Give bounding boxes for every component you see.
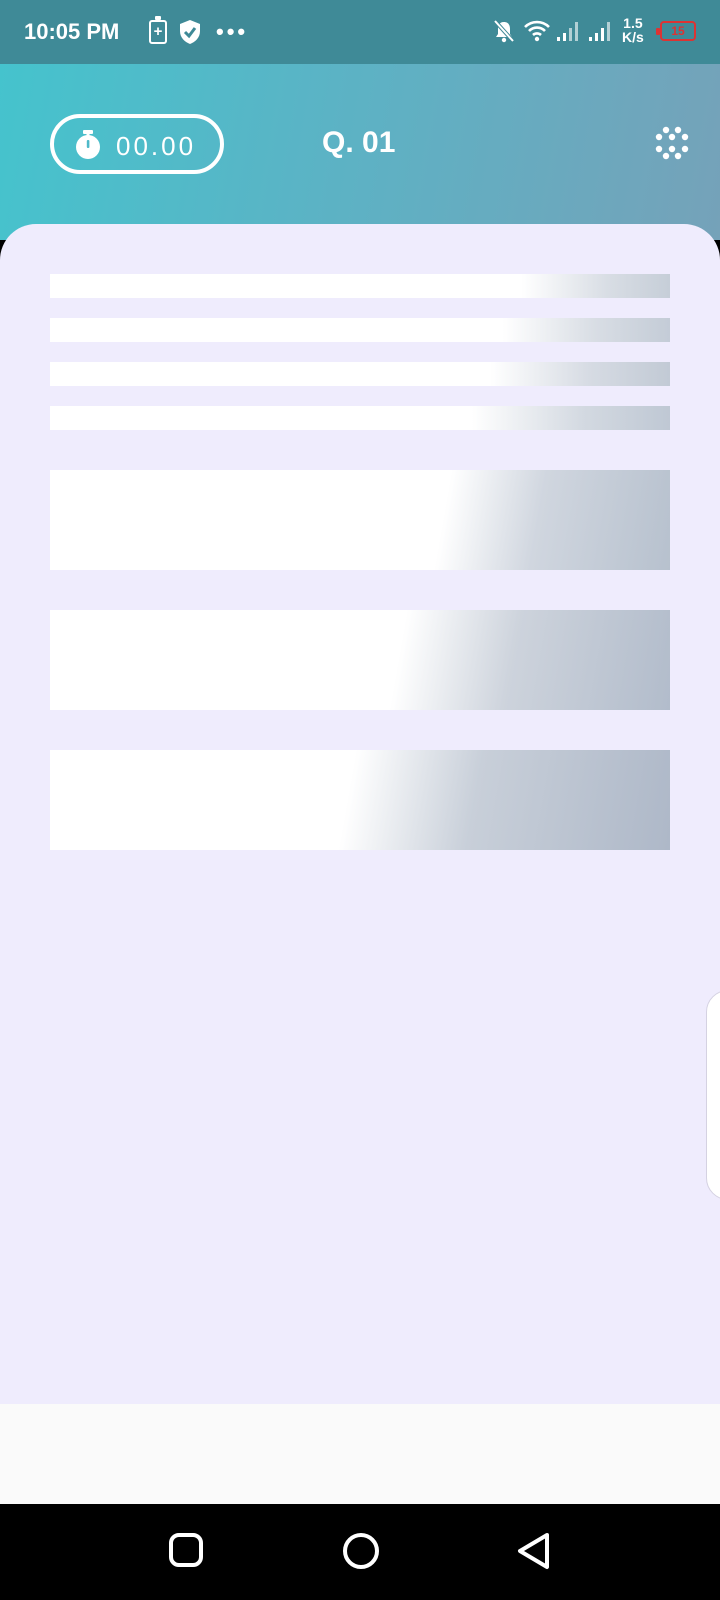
wifi-icon (524, 20, 550, 47)
timer-value: 00.00 (116, 131, 197, 161)
back-button[interactable] (516, 1532, 552, 1575)
status-time: 10:05 PM (24, 19, 120, 44)
quiz-header: 00.00 Q. 01 (0, 64, 720, 240)
signal-icon (556, 20, 582, 47)
question-text-skeleton (50, 274, 670, 298)
recents-button[interactable] (168, 1532, 204, 1573)
question-card (0, 224, 720, 1404)
question-grid-icon[interactable] (655, 126, 689, 165)
battery-icon: 15 (656, 21, 696, 41)
side-drawer-handle[interactable] (706, 990, 720, 1200)
answer-option-skeleton (50, 470, 670, 570)
network-speed-value: 1.5 (623, 15, 643, 31)
answer-option-skeleton (50, 610, 670, 710)
question-text-skeleton (50, 406, 670, 430)
answer-option-skeleton (50, 750, 670, 850)
question-text-skeleton (50, 362, 670, 386)
signal-icon (588, 20, 614, 47)
shield-check-icon (179, 19, 201, 50)
network-speed-unit: K/s (622, 29, 644, 45)
question-number: Q. 01 (322, 126, 396, 159)
battery-saver-icon: + (149, 16, 167, 44)
bottom-action-area (0, 1404, 720, 1504)
status-bar: 10:05 PM + ••• 1.5 K/s 15 (0, 0, 720, 64)
stopwatch-icon (74, 130, 102, 165)
question-text-skeleton (50, 318, 670, 342)
battery-level: 15 (671, 24, 685, 38)
home-button[interactable] (342, 1532, 380, 1575)
network-speed: 1.5 K/s (622, 16, 644, 44)
bell-off-icon (493, 19, 515, 48)
system-nav-bar (0, 1504, 720, 1600)
timer-pill: 00.00 (50, 114, 224, 174)
more-dots-icon: ••• (216, 19, 249, 44)
battery-saver-symbol: + (153, 23, 163, 40)
